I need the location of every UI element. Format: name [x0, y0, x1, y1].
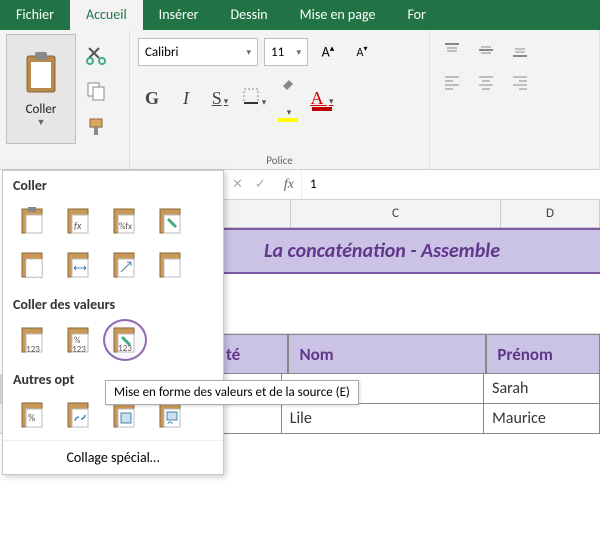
- chevron-down-icon: ▾: [246, 47, 251, 58]
- bold-button[interactable]: G: [138, 88, 166, 109]
- clipboard-merge-icon: [156, 249, 186, 281]
- paste-button[interactable]: Coller ▼: [6, 34, 76, 144]
- svg-text:%: %: [28, 411, 35, 424]
- font-group-label: Police: [136, 152, 423, 167]
- cell-prenom[interactable]: Maurice: [484, 404, 600, 434]
- paste-option-no-borders[interactable]: [11, 244, 55, 286]
- cancel-button[interactable]: ✕: [232, 177, 243, 192]
- align-top-button[interactable]: [438, 38, 466, 62]
- borders-icon: [242, 87, 260, 105]
- align-left-icon: [443, 73, 461, 91]
- menu-layout[interactable]: Mise en page: [284, 0, 392, 30]
- align-top-icon: [443, 41, 461, 59]
- header-prenom[interactable]: Prénom: [486, 334, 600, 374]
- clipboard-format-icon: %: [18, 399, 48, 431]
- chevron-down-icon: ▼: [37, 117, 46, 128]
- paste-values-only[interactable]: 123: [11, 319, 55, 361]
- header-nom[interactable]: Nom: [288, 334, 486, 374]
- menu-draw[interactable]: Dessin: [215, 0, 284, 30]
- align-middle-button[interactable]: [472, 38, 500, 62]
- align-group: [430, 30, 600, 169]
- align-middle-icon: [477, 41, 495, 59]
- paste-values-section-label: Coller des valeurs: [3, 290, 223, 315]
- copy-icon: [85, 80, 107, 102]
- fill-color-button[interactable]: ▾: [274, 76, 302, 120]
- ribbon: Coller ▼ Calibri ▾ 11 ▾ A▴ A▾: [0, 30, 600, 170]
- font-color-button[interactable]: A ▾: [308, 88, 336, 109]
- formula-bar: ✕ ✓ fx 1: [222, 170, 600, 200]
- format-painter-button[interactable]: [80, 112, 112, 142]
- cell-prenom[interactable]: Sarah: [484, 374, 600, 404]
- svg-text:fx: fx: [74, 219, 82, 232]
- align-right-icon: [511, 73, 529, 91]
- paste-option-transpose[interactable]: [103, 244, 147, 286]
- col-head-d[interactable]: D: [501, 200, 600, 228]
- clipboard-width-icon: [64, 249, 94, 281]
- align-bottom-icon: [511, 41, 529, 59]
- paste-option-merge-conditional[interactable]: [149, 244, 193, 286]
- paste-dropdown-panel: Coller fx %fx Coller des valeurs 123 %12…: [2, 170, 224, 475]
- clipboard-transpose-icon: [110, 249, 140, 281]
- bucket-icon: [279, 76, 297, 94]
- underline-button[interactable]: S▾: [206, 88, 234, 109]
- font-size-selector[interactable]: 11 ▾: [264, 38, 308, 66]
- align-right-button[interactable]: [506, 70, 534, 94]
- formula-value[interactable]: 1: [302, 177, 325, 192]
- paste-option-all[interactable]: [11, 200, 55, 242]
- chevron-down-icon: ▾: [296, 47, 301, 58]
- svg-text:%fx: %fx: [119, 221, 132, 232]
- align-bottom-button[interactable]: [506, 38, 534, 62]
- paste-formatting[interactable]: %: [11, 394, 55, 436]
- font-size-value: 11: [271, 45, 284, 60]
- menu-home[interactable]: Accueil: [70, 0, 143, 30]
- menu-formulas[interactable]: For: [391, 0, 442, 30]
- paste-option-column-widths[interactable]: [57, 244, 101, 286]
- format-painter-icon: [85, 116, 107, 138]
- paste-option-formulas[interactable]: fx: [57, 200, 101, 242]
- font-group: Calibri ▾ 11 ▾ A▴ A▾ G I S▾ ▾ ▾ A ▾ Police: [130, 30, 430, 169]
- paste-special-link[interactable]: Collage spécial…: [3, 440, 223, 474]
- clipboard-fx-icon: fx: [64, 205, 94, 237]
- borders-button[interactable]: ▾: [240, 87, 268, 110]
- cut-button[interactable]: [80, 40, 112, 70]
- menu-insert[interactable]: Insérer: [143, 0, 215, 30]
- clipboard-group: Coller ▼: [0, 30, 130, 169]
- grow-font-button[interactable]: A▴: [314, 43, 342, 61]
- font-name-value: Calibri: [145, 45, 178, 60]
- scissors-icon: [85, 44, 107, 66]
- title-merged-cell[interactable]: La concaténation - Assemble: [222, 228, 600, 274]
- empty-row[interactable]: [222, 274, 600, 334]
- tooltip: Mise en forme des valeurs et de la sourc…: [105, 380, 359, 405]
- col-head-c[interactable]: C: [291, 200, 501, 228]
- paste-option-formulas-number[interactable]: %fx: [103, 200, 147, 242]
- header-civility-truncated[interactable]: té: [222, 334, 288, 374]
- font-name-selector[interactable]: Calibri ▾: [138, 38, 258, 66]
- clipboard-noborder-icon: [18, 249, 48, 281]
- clipboard-icon: [18, 205, 48, 237]
- menu-bar: Fichier Accueil Insérer Dessin Mise en p…: [0, 0, 600, 30]
- clipboard-brush-icon: [156, 205, 186, 237]
- paste-label: Coller: [26, 102, 57, 117]
- menu-file[interactable]: Fichier: [0, 0, 70, 30]
- align-center-button[interactable]: [472, 70, 500, 94]
- paste-values-number-format[interactable]: %123: [57, 319, 101, 361]
- clipboard-percent-fx-icon: %fx: [110, 205, 140, 237]
- table-header-row: té Nom Prénom: [222, 334, 600, 374]
- align-left-button[interactable]: [438, 70, 466, 94]
- cell-nom[interactable]: Lile: [282, 404, 484, 434]
- shrink-font-button[interactable]: A▾: [348, 44, 376, 60]
- paste-values-source-format[interactable]: 123: [103, 319, 147, 361]
- paste-option-keep-source-format[interactable]: [149, 200, 193, 242]
- paste-section-label: Coller: [3, 171, 223, 196]
- fx-label[interactable]: fx: [284, 177, 294, 193]
- align-center-icon: [477, 73, 495, 91]
- paste-link[interactable]: [57, 394, 101, 436]
- col-head-b-partial[interactable]: [222, 200, 291, 228]
- copy-button[interactable]: [80, 76, 112, 106]
- clipboard-link-icon: [64, 399, 94, 431]
- clipboard-icon: [21, 50, 61, 98]
- accept-button[interactable]: ✓: [255, 177, 266, 192]
- italic-button[interactable]: I: [172, 88, 200, 109]
